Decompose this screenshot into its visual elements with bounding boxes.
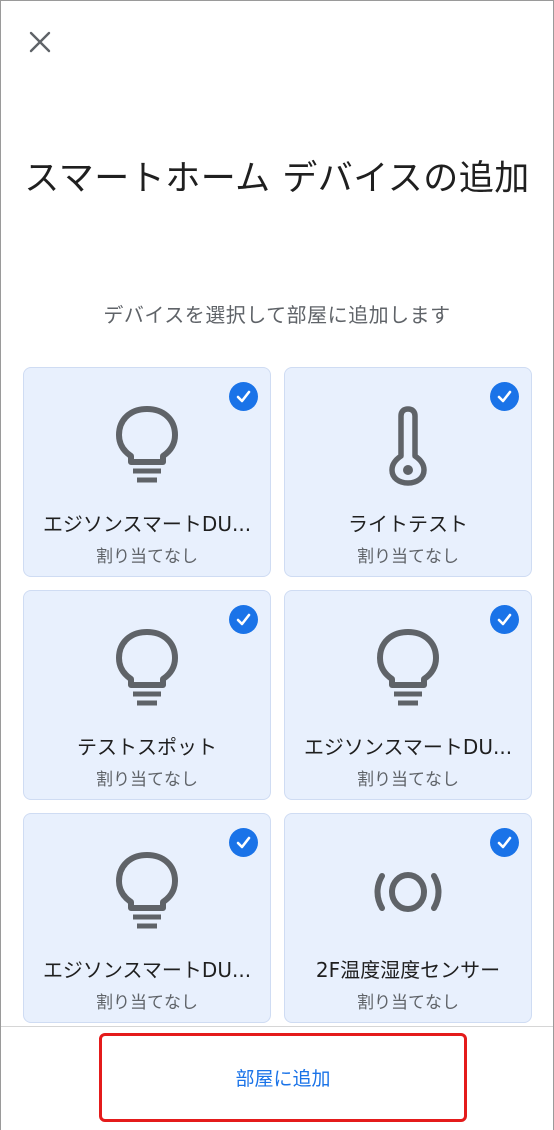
page-subtitle: デバイスを選択して部屋に追加します — [103, 303, 451, 327]
device-name: エジソンスマートDU... — [42, 512, 252, 536]
sensor-icon — [368, 852, 448, 932]
lightbulb-icon — [368, 629, 448, 709]
device-status: 割り当てなし — [96, 993, 198, 1013]
footer-bar: 部屋に追加 — [1, 1026, 553, 1130]
check-icon[interactable] — [229, 382, 258, 411]
add-to-room-button[interactable]: 部屋に追加 — [99, 1033, 467, 1122]
device-card[interactable]: エジソンスマートDU... 割り当てなし — [23, 367, 271, 577]
lightbulb-icon — [107, 406, 187, 486]
lightbulb-icon — [107, 629, 187, 709]
device-card[interactable]: エジソンスマートDU... 割り当てなし — [284, 590, 532, 800]
device-status: 割り当てなし — [357, 547, 459, 567]
check-icon[interactable] — [229, 828, 258, 857]
device-name: ライトテスト — [348, 512, 468, 536]
device-name: エジソンスマートDU... — [42, 958, 252, 982]
device-name: テストスポット — [77, 735, 217, 759]
thermometer-icon — [368, 406, 448, 486]
device-status: 割り当てなし — [357, 770, 459, 790]
device-status: 割り当てなし — [357, 993, 459, 1013]
device-status: 割り当てなし — [96, 770, 198, 790]
device-name: エジソンスマートDU... — [303, 735, 513, 759]
device-name: 2F温度湿度センサー — [315, 958, 501, 982]
device-grid: エジソンスマートDU... 割り当てなし ライトテスト 割り当てなし テストスポ… — [23, 367, 533, 1023]
check-icon[interactable] — [490, 828, 519, 857]
device-card[interactable]: テストスポット 割り当てなし — [23, 590, 271, 800]
check-icon[interactable] — [490, 605, 519, 634]
check-icon[interactable] — [229, 605, 258, 634]
device-card[interactable]: 2F温度湿度センサー 割り当てなし — [284, 813, 532, 1023]
device-card[interactable]: エジソンスマートDU... 割り当てなし — [23, 813, 271, 1023]
device-card[interactable]: ライトテスト 割り当てなし — [284, 367, 532, 577]
close-icon — [29, 31, 51, 53]
device-status: 割り当てなし — [96, 547, 198, 567]
page-title: スマートホーム デバイスの追加 — [24, 159, 530, 199]
add-device-screen: スマートホーム デバイスの追加 デバイスを選択して部屋に追加します エジソンスマ… — [0, 0, 554, 1130]
check-icon[interactable] — [490, 382, 519, 411]
close-button[interactable] — [23, 25, 57, 59]
lightbulb-icon — [107, 852, 187, 932]
